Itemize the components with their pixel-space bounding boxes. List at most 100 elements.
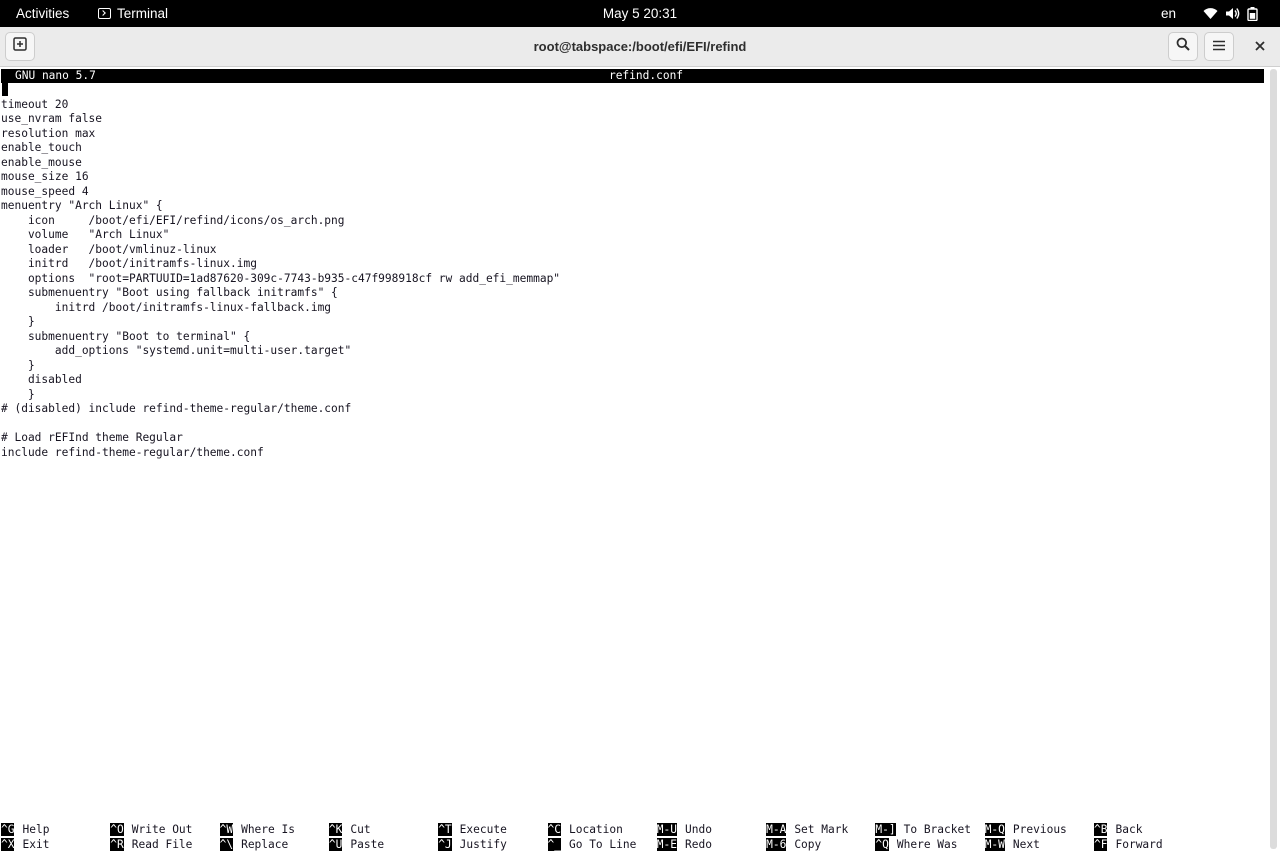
shortcut-item[interactable]: M-6 Copy [766, 837, 821, 853]
terminal-header-bar: root@tabspace:/boot/efi/EFI/refind [0, 27, 1280, 67]
editor-line: } [1, 315, 35, 328]
app-menu-terminal[interactable]: Terminal [98, 0, 168, 27]
nano-filename: refind.conf [608, 69, 684, 82]
shortcut-label: Read File [131, 837, 193, 851]
volume-icon [1225, 7, 1240, 20]
shortcut-key: ^W [219, 823, 234, 836]
shortcut-label: To Bracket [903, 823, 971, 836]
shortcut-item[interactable]: M-A Set Mark [766, 823, 848, 838]
shortcut-item[interactable]: ^J Justify [438, 837, 507, 853]
editor-line: use_nvram false [1, 112, 103, 125]
shortcut-key: M-E [656, 837, 678, 851]
shortcut-key: M-U [656, 823, 678, 836]
shortcut-key: ^X [1, 837, 15, 851]
shortcut-item[interactable]: ^W Where Is [219, 823, 295, 838]
editor-line: # Load rEFInd theme Regular [1, 431, 183, 444]
search-icon [1176, 37, 1190, 56]
shortcut-key: M-] [875, 823, 896, 836]
shortcut-label: Undo [685, 823, 712, 836]
editor-line: timeout 20 [1, 97, 69, 111]
terminal-app-icon [98, 8, 111, 19]
shortcut-item[interactable]: M-] To Bracket [875, 823, 971, 838]
editor-line: mouse_speed 4 [1, 184, 89, 198]
shortcut-label: Help [22, 823, 50, 836]
battery-icon [1247, 6, 1258, 21]
activities-button[interactable]: Activities [16, 0, 69, 27]
editor-line: mouse_size 16 [1, 170, 89, 183]
shortcut-item[interactable]: M-U Undo [656, 823, 712, 838]
editor-line: loader /boot/vmlinuz-linux [1, 242, 217, 256]
shortcut-key: M-6 [766, 837, 787, 851]
main-menu-button[interactable] [1204, 32, 1234, 61]
shortcut-label: Paste [350, 837, 385, 851]
clock-date-time[interactable]: May 5 20:31 [603, 6, 677, 21]
shortcut-key: ^T [438, 823, 452, 836]
shortcut-label: Exit [22, 837, 50, 851]
editor-line: include refind-theme-regular/theme.conf [1, 445, 264, 459]
shortcut-item[interactable]: M-Q Previous [984, 823, 1067, 838]
nano-title-bar: GNU nano 5.7 refind.conf [1, 69, 1264, 83]
window-title: root@tabspace:/boot/efi/EFI/refind [533, 39, 747, 54]
editor-line: volume "Arch Linux" [1, 228, 170, 241]
editor-line: } [1, 358, 35, 372]
shortcut-item[interactable]: ^T Execute [438, 823, 507, 838]
language-indicator[interactable]: en [1161, 0, 1176, 27]
text-cursor [2, 83, 8, 96]
app-menu-label: Terminal [117, 6, 169, 21]
shortcut-item[interactable]: ^X Exit [1, 837, 50, 853]
shortcut-item[interactable]: ^F Forward [1094, 837, 1163, 853]
shortcut-label: Back [1115, 823, 1143, 836]
shortcut-key: ^J [438, 837, 452, 851]
shortcut-key: ^\ [219, 837, 234, 851]
wifi-icon [1203, 7, 1218, 20]
shortcut-label: Previous [1012, 823, 1067, 836]
system-top-bar: Activities Terminal May 5 20:31 en [0, 0, 1280, 27]
shortcut-label: Redo [685, 837, 712, 851]
shortcut-key: M-W [984, 837, 1005, 851]
shortcut-item[interactable]: ^B Back [1094, 823, 1142, 838]
shortcut-label: Next [1012, 837, 1040, 851]
shortcut-label: Set Mark [794, 823, 849, 836]
shortcut-item[interactable]: ^_ Go To Line [547, 837, 637, 853]
clock-area: May 5 20:31 [0, 0, 1280, 27]
editor-line: submenuentry "Boot to terminal" { [1, 329, 251, 343]
shortcut-item[interactable]: ^C Location [547, 823, 623, 838]
close-button[interactable] [1246, 32, 1274, 61]
shortcut-label: Location [568, 823, 623, 836]
editor-line: icon /boot/efi/EFI/refind/icons/os_arch.… [1, 213, 345, 227]
shortcut-label: Where Was [896, 837, 958, 851]
shortcut-key: ^B [1094, 823, 1108, 836]
shortcut-key: ^_ [547, 837, 561, 851]
shortcut-item[interactable]: ^U Paste [328, 837, 385, 853]
shortcut-key: ^Q [875, 837, 889, 851]
scrollbar[interactable] [1270, 69, 1277, 849]
shortcut-key: M-Q [984, 823, 1005, 836]
shortcut-item[interactable]: ^O Write Out [110, 823, 192, 838]
shortcut-label: Forward [1115, 837, 1163, 851]
hamburger-menu-icon [1213, 38, 1225, 56]
shortcut-item[interactable]: M-E Redo [656, 837, 712, 853]
search-button[interactable] [1168, 32, 1198, 61]
shortcut-key: ^O [110, 823, 124, 836]
shortcut-item[interactable]: ^Q Where Was [875, 837, 958, 853]
shortcut-item[interactable]: ^\ Replace [219, 837, 289, 853]
system-tray[interactable] [1203, 0, 1258, 27]
editor-line: options "root=PARTUUID=1ad87620-309c-774… [1, 271, 561, 285]
shortcut-item[interactable]: ^R Read File [110, 837, 193, 853]
shortcut-label: Replace [241, 837, 289, 851]
shortcut-key: M-A [766, 823, 787, 836]
new-tab-icon [13, 37, 27, 56]
shortcut-key: ^F [1094, 837, 1108, 851]
new-tab-button[interactable] [5, 32, 35, 61]
editor-line: menuentry "Arch Linux" { [1, 199, 163, 212]
shortcut-key: ^U [328, 837, 343, 851]
editor-line: resolution max [1, 126, 96, 140]
shortcut-label: Execute [459, 823, 507, 836]
shortcut-item[interactable]: M-W Next [984, 837, 1040, 853]
shortcut-item[interactable]: ^G Help [1, 823, 49, 838]
shortcut-item[interactable]: ^K Cut [328, 823, 371, 838]
editor-line: disabled [1, 373, 82, 386]
terminal-viewport[interactable]: GNU nano 5.7 refind.conf timeout 20 use_n… [0, 67, 1280, 853]
editor-line: # (disabled) include refind-theme-regula… [1, 402, 352, 415]
shortcut-label: Go To Line [568, 837, 637, 851]
